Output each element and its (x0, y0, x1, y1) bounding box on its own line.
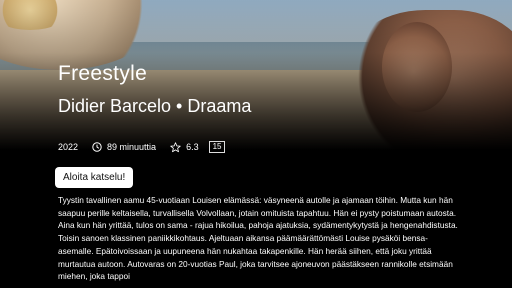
movie-genre: Draama (187, 96, 252, 116)
movie-year: 2022 (58, 142, 79, 152)
play-button[interactable]: Aloita katselu! (55, 167, 134, 188)
movie-subtitle: Didier Barcelo • Draama (58, 96, 251, 117)
movie-director: Didier Barcelo (58, 96, 172, 116)
movie-rating: 6.3 (186, 142, 199, 152)
subtitle-separator: • (176, 96, 183, 116)
age-rating-badge: 15 (208, 141, 226, 153)
movie-title: Freestyle (58, 62, 148, 85)
star-icon (170, 141, 181, 153)
movie-meta: 2022 89 minuuttia 6.3 15 (58, 139, 226, 155)
movie-duration: 89 minuuttia (107, 142, 157, 152)
clock-icon (92, 142, 102, 152)
movie-description: Tyystin tavallinen aamu 45-vuotiaan Loui… (58, 195, 458, 282)
